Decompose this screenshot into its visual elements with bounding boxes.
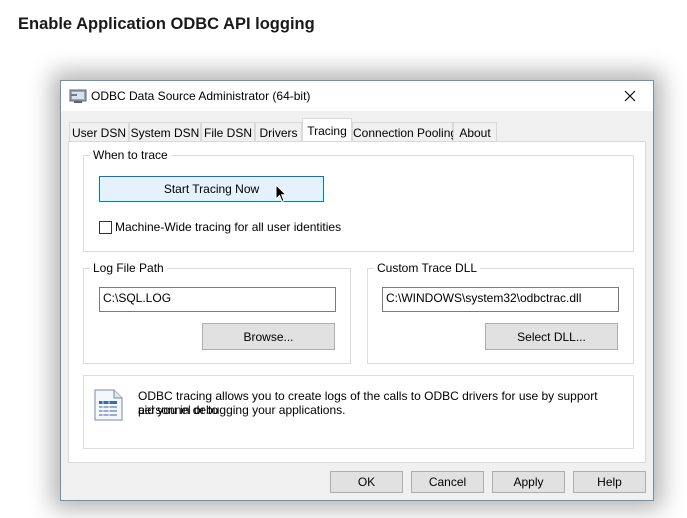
- window-title: ODBC Data Source Administrator (64-bit): [91, 89, 311, 103]
- odbc-admin-icon: [69, 89, 87, 103]
- close-button[interactable]: [607, 81, 653, 111]
- tab-system-dsn[interactable]: System DSN: [129, 122, 201, 141]
- cancel-button[interactable]: Cancel: [411, 471, 484, 493]
- log-file-path-input[interactable]: C:\SQL.LOG: [99, 287, 336, 312]
- document-icon: [94, 389, 123, 421]
- odbc-admin-window: ODBC Data Source Administrator (64-bit) …: [60, 80, 654, 501]
- ok-button[interactable]: OK: [330, 471, 403, 493]
- custom-dll-label: Custom Trace DLL: [374, 261, 481, 275]
- apply-button[interactable]: Apply: [492, 471, 565, 493]
- info-text-line-2: aid you in debugging your applications.: [138, 403, 346, 417]
- info-box: ODBC tracing allows you to create logs o…: [83, 375, 634, 449]
- tab-file-dsn[interactable]: File DSN: [201, 122, 255, 141]
- tab-connection-pooling[interactable]: Connection Pooling: [352, 122, 457, 141]
- custom-dll-input[interactable]: C:\WINDOWS\system32\odbctrac.dll: [382, 287, 619, 312]
- close-icon: [624, 90, 636, 102]
- mouse-cursor-icon: [275, 184, 287, 203]
- help-button[interactable]: Help: [573, 471, 646, 493]
- when-to-trace-label: When to trace: [90, 148, 171, 162]
- tab-about[interactable]: About: [453, 122, 497, 141]
- title-bar[interactable]: ODBC Data Source Administrator (64-bit): [61, 81, 653, 111]
- tab-user-dsn[interactable]: User DSN: [69, 122, 129, 141]
- browse-button[interactable]: Browse...: [202, 323, 335, 350]
- log-file-group: Log File Path C:\SQL.LOG Browse...: [83, 261, 351, 364]
- log-file-label: Log File Path: [90, 261, 167, 275]
- tracing-panel: When to trace Start Tracing Now Machine-…: [68, 141, 646, 463]
- custom-dll-group: Custom Trace DLL C:\WINDOWS\system32\odb…: [367, 261, 634, 364]
- machine-wide-checkbox[interactable]: [99, 221, 112, 234]
- start-tracing-button[interactable]: Start Tracing Now: [99, 176, 324, 202]
- when-to-trace-group: When to trace Start Tracing Now Machine-…: [83, 148, 634, 252]
- select-dll-button[interactable]: Select DLL...: [485, 323, 618, 350]
- machine-wide-label: Machine-Wide tracing for all user identi…: [115, 220, 342, 234]
- tab-tracing[interactable]: Tracing: [302, 118, 352, 141]
- tab-drivers[interactable]: Drivers: [255, 122, 302, 141]
- page-heading: Enable Application ODBC API logging: [18, 15, 315, 33]
